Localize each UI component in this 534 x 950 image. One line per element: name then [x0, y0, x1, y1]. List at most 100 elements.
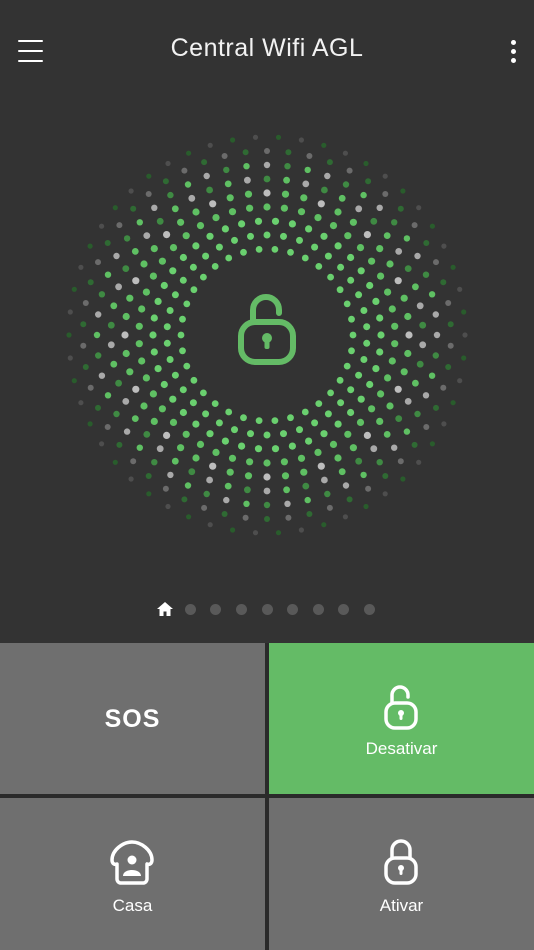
ring-dot [297, 208, 306, 216]
ring-dot [169, 267, 177, 275]
ring-dot [263, 431, 271, 439]
ring-dot [165, 160, 171, 167]
home-mode-button[interactable]: Casa [0, 798, 265, 950]
ring-dot [192, 454, 200, 462]
ring-dot [447, 342, 454, 349]
ring-dot [165, 503, 171, 510]
home-mode-label: Casa [112, 896, 153, 915]
ring-dot [383, 431, 391, 438]
ring-dot [221, 511, 228, 517]
ring-dot [163, 339, 171, 347]
ring-dot [186, 514, 192, 520]
ring-dot [284, 163, 291, 170]
action-grid: SOS Desativar Casa Ativar [0, 643, 534, 950]
ring-dot [404, 349, 412, 358]
ring-dot [403, 428, 411, 435]
ring-dot [347, 408, 355, 417]
sos-button[interactable]: SOS [0, 643, 265, 794]
page-dot[interactable] [364, 604, 375, 615]
ring-dot [135, 322, 143, 330]
ring-dot [206, 232, 214, 240]
ring-dot [169, 418, 178, 426]
ring-dot [244, 176, 251, 184]
page-dot[interactable] [236, 604, 247, 615]
ring-dot [440, 279, 447, 286]
ring-dot [215, 419, 223, 427]
ring-dot [397, 458, 404, 465]
ring-dot [190, 376, 198, 384]
ring-dot [347, 386, 355, 394]
page-dot[interactable] [338, 604, 349, 615]
ring-dot [416, 205, 422, 211]
ring-dot [87, 243, 93, 249]
page-dot[interactable] [287, 604, 298, 615]
ring-dot [255, 246, 263, 253]
disarm-button[interactable]: Desativar [269, 643, 534, 794]
ring-dot [225, 254, 233, 262]
ring-dot [263, 175, 271, 183]
ring-dot [321, 522, 327, 528]
ring-dot [287, 414, 294, 422]
ring-dot [156, 445, 164, 453]
ring-dot [382, 473, 389, 479]
ring-dot [99, 441, 105, 447]
ring-dot [391, 444, 398, 451]
page-dot[interactable] [210, 604, 221, 615]
ring-dot [395, 248, 403, 255]
page-dot[interactable] [185, 604, 196, 615]
ring-dot [182, 430, 190, 438]
ring-dot [126, 368, 134, 376]
ring-dot [311, 243, 319, 251]
ring-dot [121, 331, 129, 339]
ring-dot [327, 389, 334, 397]
ring-dot [281, 190, 290, 198]
ring-dot [87, 384, 94, 391]
ring-dot [271, 445, 280, 453]
arm-button[interactable]: Ativar [269, 798, 534, 950]
ring-dot [349, 331, 357, 339]
ring-dot [123, 428, 131, 435]
ring-dot [457, 378, 463, 384]
more-options-icon[interactable] [500, 34, 526, 68]
ring-dot [414, 252, 421, 260]
ring-dot [115, 379, 122, 387]
ring-dot [71, 378, 77, 384]
ring-dot [230, 137, 236, 143]
ring-dot [82, 364, 89, 370]
ring-dot [363, 503, 369, 510]
ring-dot [263, 459, 271, 467]
home-icon[interactable] [156, 600, 174, 618]
ring-dot [221, 437, 229, 445]
page-dot[interactable] [262, 604, 273, 615]
ring-dot [450, 264, 456, 270]
ring-dot [347, 253, 355, 262]
ring-dot [183, 362, 191, 370]
ring-dot [376, 314, 384, 322]
ring-dot [162, 178, 169, 185]
ring-dot [98, 372, 106, 379]
ring-dot [280, 458, 288, 466]
page-dot[interactable] [313, 604, 324, 615]
ring-dot [275, 134, 282, 140]
ring-dot [342, 150, 348, 156]
ring-dot [355, 205, 363, 213]
ring-dot [149, 390, 157, 398]
ring-dot [131, 248, 139, 255]
ring-dot [87, 279, 94, 286]
ring-dot [334, 420, 342, 428]
ring-dot [343, 300, 351, 308]
ring-dot [254, 217, 263, 225]
ring-dot [167, 191, 174, 199]
ring-dot [326, 504, 333, 511]
ring-dot [357, 395, 365, 403]
ring-dot [411, 441, 418, 448]
ring-dot [348, 315, 355, 323]
ring-dot [404, 312, 412, 321]
ring-dot [224, 482, 232, 490]
ring-dot [263, 161, 271, 169]
ring-dot [412, 283, 419, 291]
ring-dot [344, 232, 352, 240]
ring-dot [433, 331, 441, 339]
ring-dot [356, 418, 365, 426]
unlocked-padlock-icon[interactable] [227, 288, 307, 368]
